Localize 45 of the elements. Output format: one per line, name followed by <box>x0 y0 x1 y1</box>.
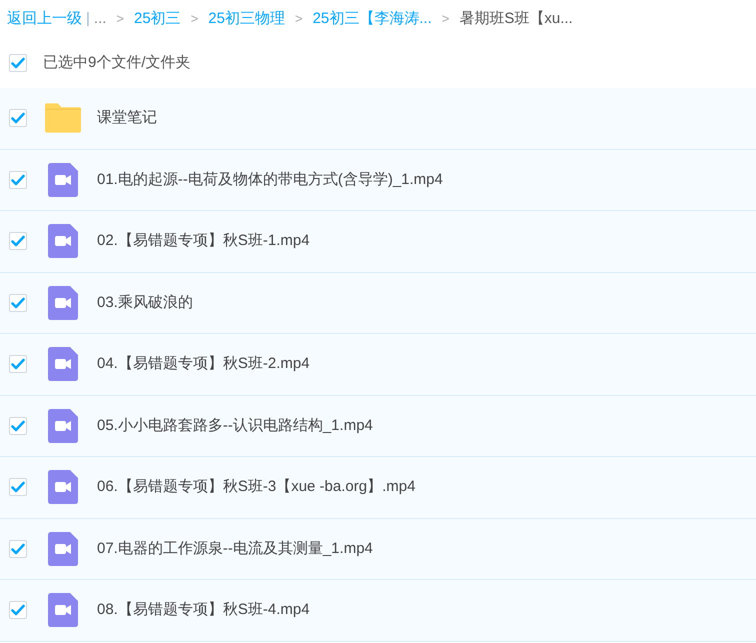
checkbox[interactable] <box>9 355 27 374</box>
ellipsis: ... <box>94 8 106 29</box>
file-name: 08.【易错题专项】秋S班-4.mp4 <box>97 600 310 620</box>
checkbox[interactable] <box>9 416 27 435</box>
chevron: > <box>442 10 450 28</box>
video-file-icon <box>48 286 78 320</box>
checkbox[interactable] <box>9 601 27 620</box>
checkbox[interactable] <box>9 478 27 496</box>
file-row[interactable]: 07.电器的工作源泉--电流及其测量_1.mp4 <box>0 518 756 580</box>
file-name: 01.电的起源--电荷及物体的带电方式(含导学)_1.mp4 <box>97 170 443 190</box>
checkbox[interactable] <box>9 170 27 189</box>
video-file-icon <box>48 224 78 258</box>
chevron: > <box>190 10 198 28</box>
separator: | <box>86 8 90 29</box>
checkbox[interactable] <box>9 54 27 72</box>
video-file-icon <box>48 347 78 382</box>
file-name: 07.电器的工作源泉--电流及其测量_1.mp4 <box>97 538 373 558</box>
file-name: 课堂笔记 <box>97 108 157 128</box>
file-row[interactable]: 02.【易错题专项】秋S班-1.mp4 <box>0 211 756 272</box>
file-row[interactable]: 01.电的起源--电荷及物体的带电方式(含导学)_1.mp4 <box>0 150 756 211</box>
breadcrumb-link[interactable]: 暑期班S班【xu... <box>459 8 573 30</box>
checkbox[interactable] <box>9 109 27 128</box>
file-name: 02.【易错题专项】秋S班-1.mp4 <box>97 231 310 251</box>
video-file-icon <box>48 162 78 197</box>
file-row[interactable]: 04.【易错题专项】秋S班-2.mp4 <box>0 334 756 396</box>
video-file-icon <box>48 593 78 628</box>
file-row[interactable]: 06.【易错题专项】秋S班-3【xue -ba.org】.mp4 <box>0 457 756 518</box>
file-row[interactable]: 03.乘风破浪的 <box>0 272 756 334</box>
chevron: > <box>294 10 303 28</box>
file-name: 04.【易错题专项】秋S班-2.mp4 <box>97 354 310 374</box>
file-row[interactable]: 08.【易错题专项】秋S班-4.mp4 <box>0 580 756 642</box>
video-file-icon <box>48 408 78 443</box>
selection-count: 已选中9个文件/文件夹 <box>43 52 191 73</box>
file-name: 03.乘风破浪的 <box>97 292 193 312</box>
file-name: 06.【易错题专项】秋S班-3【xue -ba.org】.mp4 <box>97 477 416 497</box>
checkbox[interactable] <box>9 540 27 558</box>
chevron: > <box>116 10 124 28</box>
checkbox[interactable] <box>9 232 27 250</box>
file-name: 05.小小电路套路多--认识电路结构_1.mp4 <box>97 416 373 436</box>
folder-icon <box>45 103 81 134</box>
video-file-icon <box>48 532 78 566</box>
video-file-icon <box>48 470 78 504</box>
file-row[interactable]: 课堂笔记 <box>0 88 756 150</box>
checkbox[interactable] <box>9 294 27 312</box>
file-row[interactable]: 05.小小电路套路多--认识电路结构_1.mp4 <box>0 396 756 457</box>
